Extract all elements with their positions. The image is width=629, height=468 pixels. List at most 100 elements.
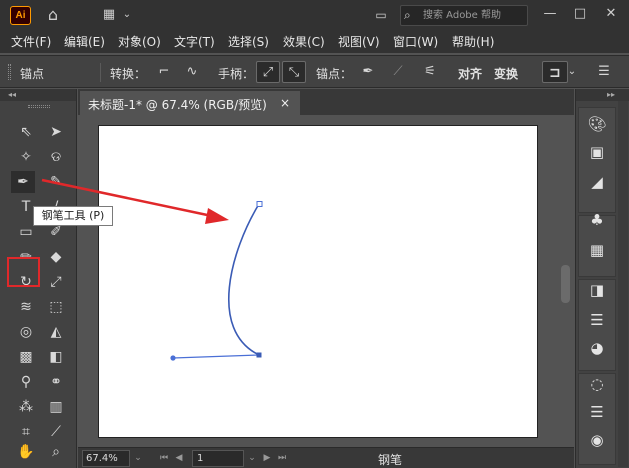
convert-corner-icon[interactable]: ⌐ [152,61,176,83]
convert-label: 转换： [110,67,147,81]
status-bar: 67.4% ⌄ ⏮ ◀ 1 ⌄ ▶ ⏭ 钢笔 [78,447,574,468]
hide-handles-icon[interactable]: ⤡ [282,61,306,83]
color-guide-icon[interactable]: ▣ [585,141,609,163]
blend-tool-icon[interactable]: ⚭ [44,371,68,393]
symbol-sprayer-tool-icon[interactable]: ⁂ [14,396,38,418]
curvature-tool-icon[interactable]: ✎ [44,171,68,193]
warp-tool-icon[interactable]: ≋ [14,296,38,318]
scale-tool-icon[interactable]: ⤢ [44,271,68,293]
artboard-dropdown-icon[interactable]: ⌄ [246,451,258,466]
window-arrange-icon[interactable]: ▭ [371,4,391,26]
tools-panel: ◂◂ ⇖ ➤ ✧ ଡ ✒ ✎ T / ▭ ✐ ✏ ◆ ↻ ⤢ ≋ ⬚ ◎ ◭ ▩… [0,89,77,468]
canvas-area[interactable] [78,115,574,447]
chevron-down-icon[interactable]: ⌄ [120,4,134,26]
divider [100,63,101,82]
align-lines-icon[interactable]: ☰ [585,401,609,423]
previous-artboard-icon[interactable]: ◀ [173,451,185,466]
appearance-icon[interactable]: ◌ [585,373,609,395]
isolate-chevron-icon[interactable]: ⌄ [566,61,578,83]
search-input[interactable] [423,8,525,23]
selection-tool-icon[interactable]: ⇖ [14,121,38,143]
home-icon[interactable]: ⌂ [42,4,64,26]
zoom-field[interactable]: 67.4% [82,450,130,467]
collapse-tools-icon[interactable]: ◂◂ [0,89,76,101]
pen-tool-highlight [7,257,40,287]
maximize-icon[interactable]: □ [567,3,593,25]
symbols-club-icon[interactable]: ♣ [585,209,609,231]
layout-switcher-icon[interactable]: ▦ [98,4,120,26]
close-icon[interactable]: ✕ [598,3,624,25]
title-bar: Ai ⌂ ▦ ⌄ ▭ ⌕ — □ ✕ [0,0,629,31]
anchor-point-label: 锚点 [20,67,45,81]
tools-grip[interactable] [28,105,50,108]
mesh-tool-icon[interactable]: ▩ [14,346,38,368]
document-tab-title[interactable]: 未标题-1* @ 67.4% (RGB/预览) [88,96,267,113]
stroke-lines-icon[interactable]: ☰ [585,309,609,331]
panel-scrollbar[interactable] [618,101,628,467]
eyedropper-tool-icon[interactable]: ⚲ [14,371,38,393]
align-link[interactable]: 对齐 [458,65,482,82]
document-tab[interactable]: 未标题-1* @ 67.4% (RGB/预览) × [80,91,300,115]
pen-tool-tooltip: 钢笔工具 (P) [33,206,113,226]
collapse-panels-icon[interactable]: ▸▸ [576,89,629,101]
right-panel-dock: ▸▸ 🎨︎ ▣ ◢ ♣ ▦ ◨ ☰ ◕ ◌ ☰ ◉ [575,89,629,468]
current-tool-label: 钢笔 [378,453,403,467]
control-bar-grip[interactable] [8,64,11,80]
minimize-icon[interactable]: — [537,3,563,25]
direct-selection-tool-icon[interactable]: ➤ [44,121,68,143]
menu-object[interactable]: 对象(O) [118,34,161,51]
next-artboard-icon[interactable]: ▶ [261,451,273,466]
menu-effect[interactable]: 效果(C) [283,34,325,51]
handles-label: 手柄： [218,67,255,81]
transparency-icon[interactable]: ◕ [585,337,609,359]
gradient-tool-icon[interactable]: ◧ [44,346,68,368]
search-box[interactable]: ⌕ [400,5,528,26]
pathfinder-icon[interactable]: ◉ [585,429,609,451]
free-transform-tool-icon[interactable]: ⬚ [44,296,68,318]
connect-endpoints-icon[interactable]: ⟋ [386,61,410,83]
lasso-tool-icon[interactable]: ଡ [44,146,68,168]
last-artboard-icon[interactable]: ⏭ [276,451,288,466]
menu-file[interactable]: 文件(F) [11,34,51,51]
menu-bar: 文件(F) 编辑(E) 对象(O) 文字(T) 选择(S) 效果(C) 视图(V… [0,31,629,53]
color-palette-icon[interactable]: 🎨︎ [585,113,609,135]
vertical-scrollbar[interactable] [557,115,574,447]
menu-edit[interactable]: 编辑(E) [64,34,105,51]
remove-anchor-icon[interactable]: ✒ [356,61,380,83]
anchors-label: 锚点： [316,67,353,81]
app-logo: Ai [10,6,31,25]
search-icon: ⌕ [404,8,411,22]
convert-smooth-icon[interactable]: ∿ [180,61,204,83]
artboard-number-field[interactable]: 1 [192,450,244,467]
menu-view[interactable]: 视图(V) [338,34,380,51]
zoom-dropdown-icon[interactable]: ⌄ [132,451,144,466]
first-artboard-icon[interactable]: ⏮ [158,451,170,466]
magic-wand-tool-icon[interactable]: ✧ [14,146,38,168]
menu-select[interactable]: 选择(S) [228,34,269,51]
gradient-swatches-icon[interactable]: ◢ [585,171,609,193]
document-tab-bar: 未标题-1* @ 67.4% (RGB/预览) × [78,89,574,115]
menu-window[interactable]: 窗口(W) [393,34,438,51]
pen-tool-icon[interactable]: ✒ [11,171,35,193]
shape-builder-tool-icon[interactable]: ◎ [14,321,38,343]
transform-link[interactable]: 变换 [494,65,518,82]
scrollbar-thumb[interactable] [561,265,570,303]
isolate-icon[interactable]: ⊐ [542,61,568,83]
panel-menu-icon[interactable]: ☰ [592,61,616,83]
column-graph-tool-icon[interactable]: ▥ [44,396,68,418]
swatches-grid-icon[interactable]: ▦ [585,239,609,261]
hand-tool-icon[interactable]: ✋ [14,441,38,463]
menu-type[interactable]: 文字(T) [174,34,215,51]
artboard-tool-icon[interactable]: ⌗ [14,421,38,443]
zoom-tool-icon[interactable]: ⌕ [44,441,68,463]
control-bar: 锚点 转换： ⌐ ∿ 手柄： ⤢ ⤡ 锚点： ✒ ⟋ ⚟ 对齐 变换 ⊐ ⌄ ☰ [0,55,629,88]
close-tab-icon[interactable]: × [280,96,290,110]
perspective-grid-tool-icon[interactable]: ◭ [44,321,68,343]
show-handles-icon[interactable]: ⤢ [256,61,280,83]
cut-path-icon[interactable]: ⚟ [418,61,442,83]
menu-help[interactable]: 帮助(H) [452,34,494,51]
artboard[interactable] [98,125,538,438]
slice-tool-icon[interactable]: ⟋ [44,421,68,443]
gradient-icon[interactable]: ◨ [585,279,609,301]
eraser-tool-icon[interactable]: ◆ [44,246,68,268]
